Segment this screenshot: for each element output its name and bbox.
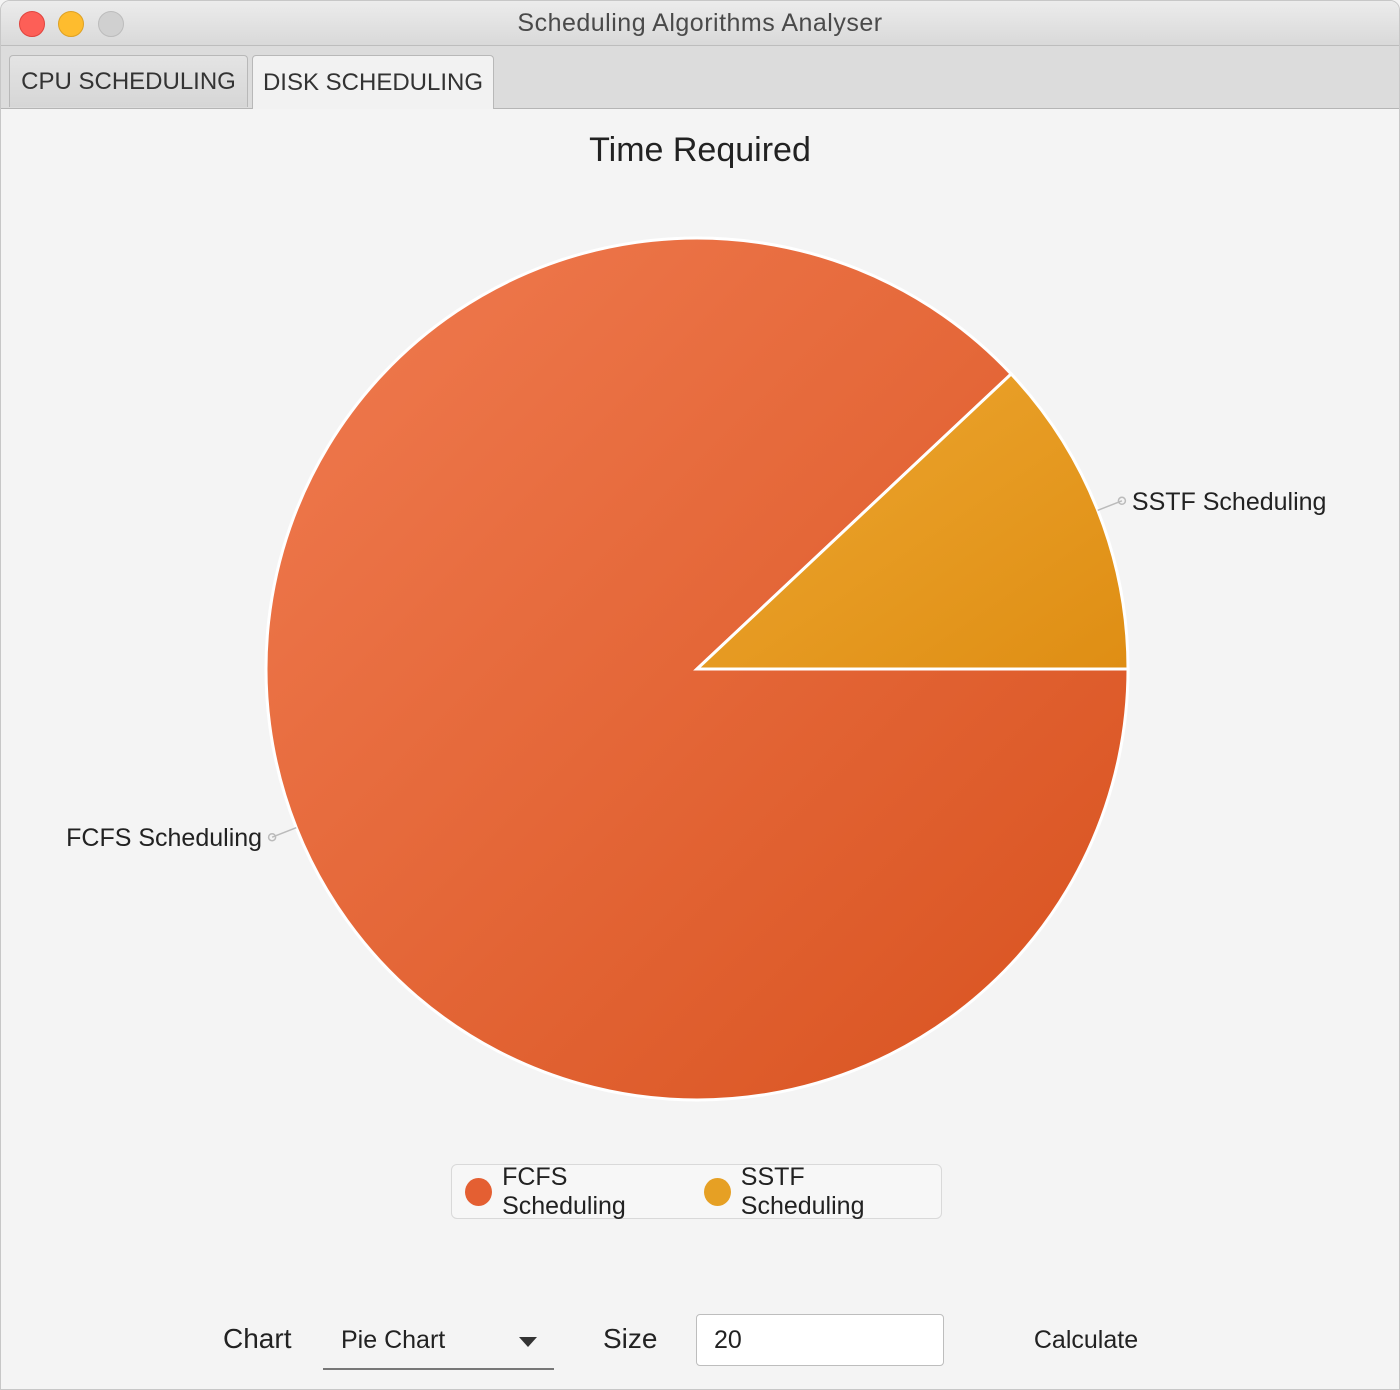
pie-label-sstf: SSTF Scheduling [1132, 488, 1327, 516]
app-window: Scheduling Algorithms Analyser CPU SCHED… [0, 0, 1400, 1390]
legend-label-fcfs: FCFS Scheduling [502, 1162, 626, 1220]
chevron-down-icon [519, 1337, 537, 1347]
chart-type-value: Pie Chart [341, 1326, 446, 1354]
legend-symbol-fcfs [465, 1177, 493, 1206]
calculate-button[interactable]: Calculate [1021, 1317, 1151, 1363]
legend-symbol-sstf [703, 1177, 731, 1206]
legend-item-sstf: SSTF Scheduling [703, 1162, 929, 1221]
chart-type-select[interactable]: Pie Chart [323, 1313, 554, 1370]
pie-label-fcfs: FCFS Scheduling [66, 824, 262, 852]
size-label: Size [603, 1323, 658, 1354]
legend-label-sstf: SSTF Scheduling [740, 1162, 865, 1220]
chart-type-label: Chart [223, 1323, 292, 1354]
chart-legend: FCFS Scheduling SSTF Scheduling [451, 1162, 942, 1221]
size-input[interactable] [696, 1314, 944, 1366]
pie-chart: FCFS Scheduling SSTF Scheduling [66, 236, 1327, 1102]
legend-item-fcfs: FCFS Scheduling [465, 1163, 692, 1221]
